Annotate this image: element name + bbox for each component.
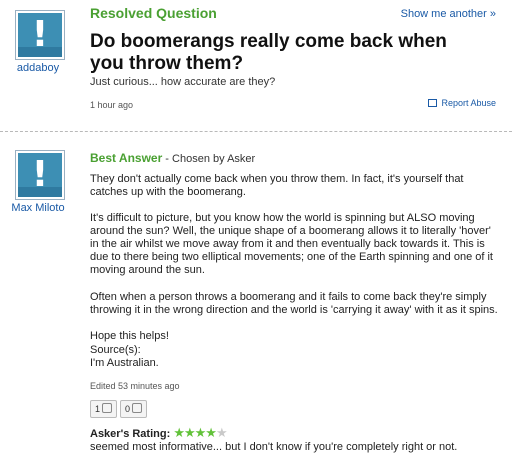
- edited-time: Edited 53 minutes ago: [90, 381, 180, 391]
- question-time: 1 hour ago: [90, 100, 134, 110]
- question-title: Do boomerangs really come back when you …: [90, 31, 447, 74]
- askers-rating-label: Asker's Rating:: [90, 428, 171, 440]
- flag-icon: [428, 99, 438, 107]
- thumbs-up-button[interactable]: 1: [90, 400, 118, 418]
- exclamation-icon: !: [31, 14, 49, 55]
- section-divider: [0, 131, 512, 132]
- thumbs-down-icon: [132, 403, 143, 413]
- answerer-name[interactable]: Max Miloto: [3, 202, 73, 214]
- question-details: Just curious... how accurate are they?: [90, 76, 276, 88]
- star-filled-icon: ★: [173, 425, 185, 440]
- source-text: I'm Australian.: [90, 357, 159, 369]
- star-filled-icon: ★: [194, 425, 207, 440]
- chosen-by-label: - Chosen by Asker: [162, 153, 256, 165]
- star-filled-icon: ★: [183, 425, 196, 440]
- star-empty-icon: ★: [215, 425, 228, 440]
- thumbs-down-button[interactable]: 0: [120, 400, 148, 418]
- show-me-another-link[interactable]: Show me another »: [401, 8, 496, 20]
- asker-avatar[interactable]: !: [15, 10, 65, 60]
- thumbs-up-icon: [102, 403, 113, 413]
- answer-paragraph-3: Often when a person throws a boomerang a…: [90, 291, 498, 316]
- thumbs-up-count: 1: [95, 404, 101, 414]
- rating-comment: seemed most informative... but I don't k…: [90, 441, 458, 453]
- exclamation-icon: !: [31, 154, 49, 195]
- asker-name[interactable]: addaboy: [3, 62, 73, 74]
- report-abuse-label: Report Abuse: [441, 98, 496, 108]
- thumbs-down-count: 0: [125, 404, 131, 414]
- answerer-avatar[interactable]: !: [15, 150, 65, 200]
- report-abuse-link[interactable]: Report Abuse: [428, 98, 496, 108]
- answer-paragraph-2: It's difficult to picture, but you know …: [90, 212, 493, 276]
- answer-paragraph-4: Hope this helps!: [90, 330, 169, 342]
- star-filled-icon: ★: [205, 425, 217, 440]
- answer-paragraph-1: They don't actually come back when you t…: [90, 173, 464, 198]
- best-answer-label: Best Answer: [90, 151, 163, 165]
- rating-stars: ★★★★★: [173, 425, 228, 440]
- resolved-question-label: Resolved Question: [90, 5, 217, 21]
- sources-label: Source(s):: [90, 344, 141, 356]
